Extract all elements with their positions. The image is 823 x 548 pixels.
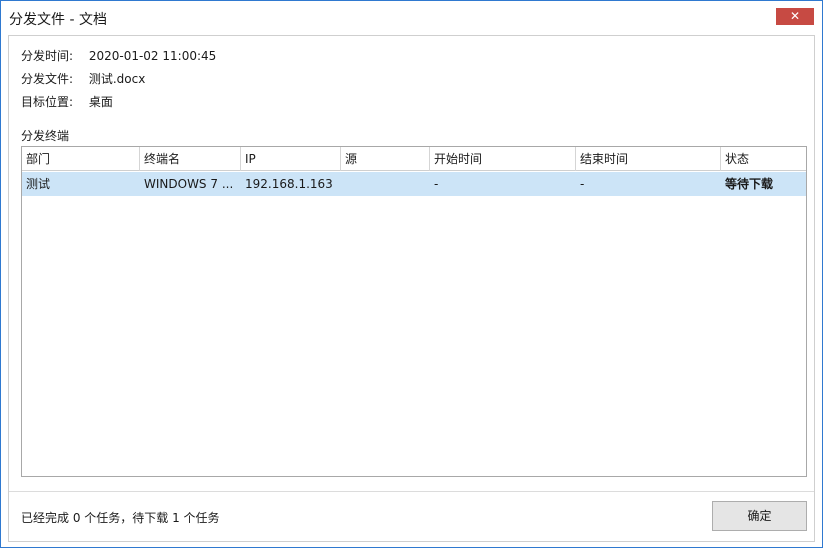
info-row-time: 分发时间: 2020-01-02 11:00:45 <box>21 48 216 64</box>
time-value: 2020-01-02 11:00:45 <box>88 49 217 63</box>
dialog-window: 分发文件 - 文档 ✕ 分发时间: 2020-01-02 11:00:45 分发… <box>0 0 823 548</box>
task-summary: 已经完成 0 个任务，待下载 1 个任务 <box>21 511 220 525</box>
info-row-target: 目标位置: 桌面 <box>21 94 113 110</box>
column-header-source[interactable]: 源 <box>341 147 430 171</box>
window-title: 分发文件 - 文档 <box>9 12 107 28</box>
cell-source <box>341 172 430 196</box>
title-bar[interactable]: 分发文件 - 文档 ✕ <box>1 1 822 34</box>
close-button[interactable]: ✕ <box>776 8 814 25</box>
info-row-file: 分发文件: 测试.docx <box>21 71 145 87</box>
target-label: 目标位置: <box>21 95 74 109</box>
table-row[interactable]: 测试 WINDOWS 7 ... 192.168.1.163 - - 等待下载 <box>22 172 806 196</box>
cell-end-time: - <box>580 177 585 191</box>
terminal-grid[interactable]: 部门 终端名 IP 源 开始时间 结束时间 状态 测试 WINDOWS 7 ..… <box>21 146 807 477</box>
column-header-ip[interactable]: IP <box>241 147 341 171</box>
grid-header: 部门 终端名 IP 源 开始时间 结束时间 状态 <box>22 147 806 171</box>
file-value: 测试.docx <box>88 72 146 86</box>
file-label: 分发文件: <box>21 72 74 86</box>
target-value: 桌面 <box>88 95 113 109</box>
cell-start-time: - <box>434 177 439 191</box>
column-header-end-time[interactable]: 结束时间 <box>576 147 721 171</box>
column-header-department[interactable]: 部门 <box>22 147 140 171</box>
column-header-terminal[interactable]: 终端名 <box>140 147 241 171</box>
cell-terminal: WINDOWS 7 ... <box>144 177 234 191</box>
cell-status: 等待下载 <box>725 177 774 191</box>
column-header-start-time[interactable]: 开始时间 <box>430 147 576 171</box>
column-header-status[interactable]: 状态 <box>721 147 806 171</box>
time-label: 分发时间: <box>21 49 74 63</box>
section-title: 分发终端 <box>21 129 70 143</box>
cell-department: 测试 <box>26 177 51 191</box>
cell-ip: 192.168.1.163 <box>245 177 333 191</box>
ok-button[interactable]: 确定 <box>712 501 807 531</box>
close-icon: ✕ <box>789 9 801 23</box>
content-panel: 分发时间: 2020-01-02 11:00:45 分发文件: 测试.docx … <box>8 35 815 542</box>
footer-divider <box>9 491 814 492</box>
